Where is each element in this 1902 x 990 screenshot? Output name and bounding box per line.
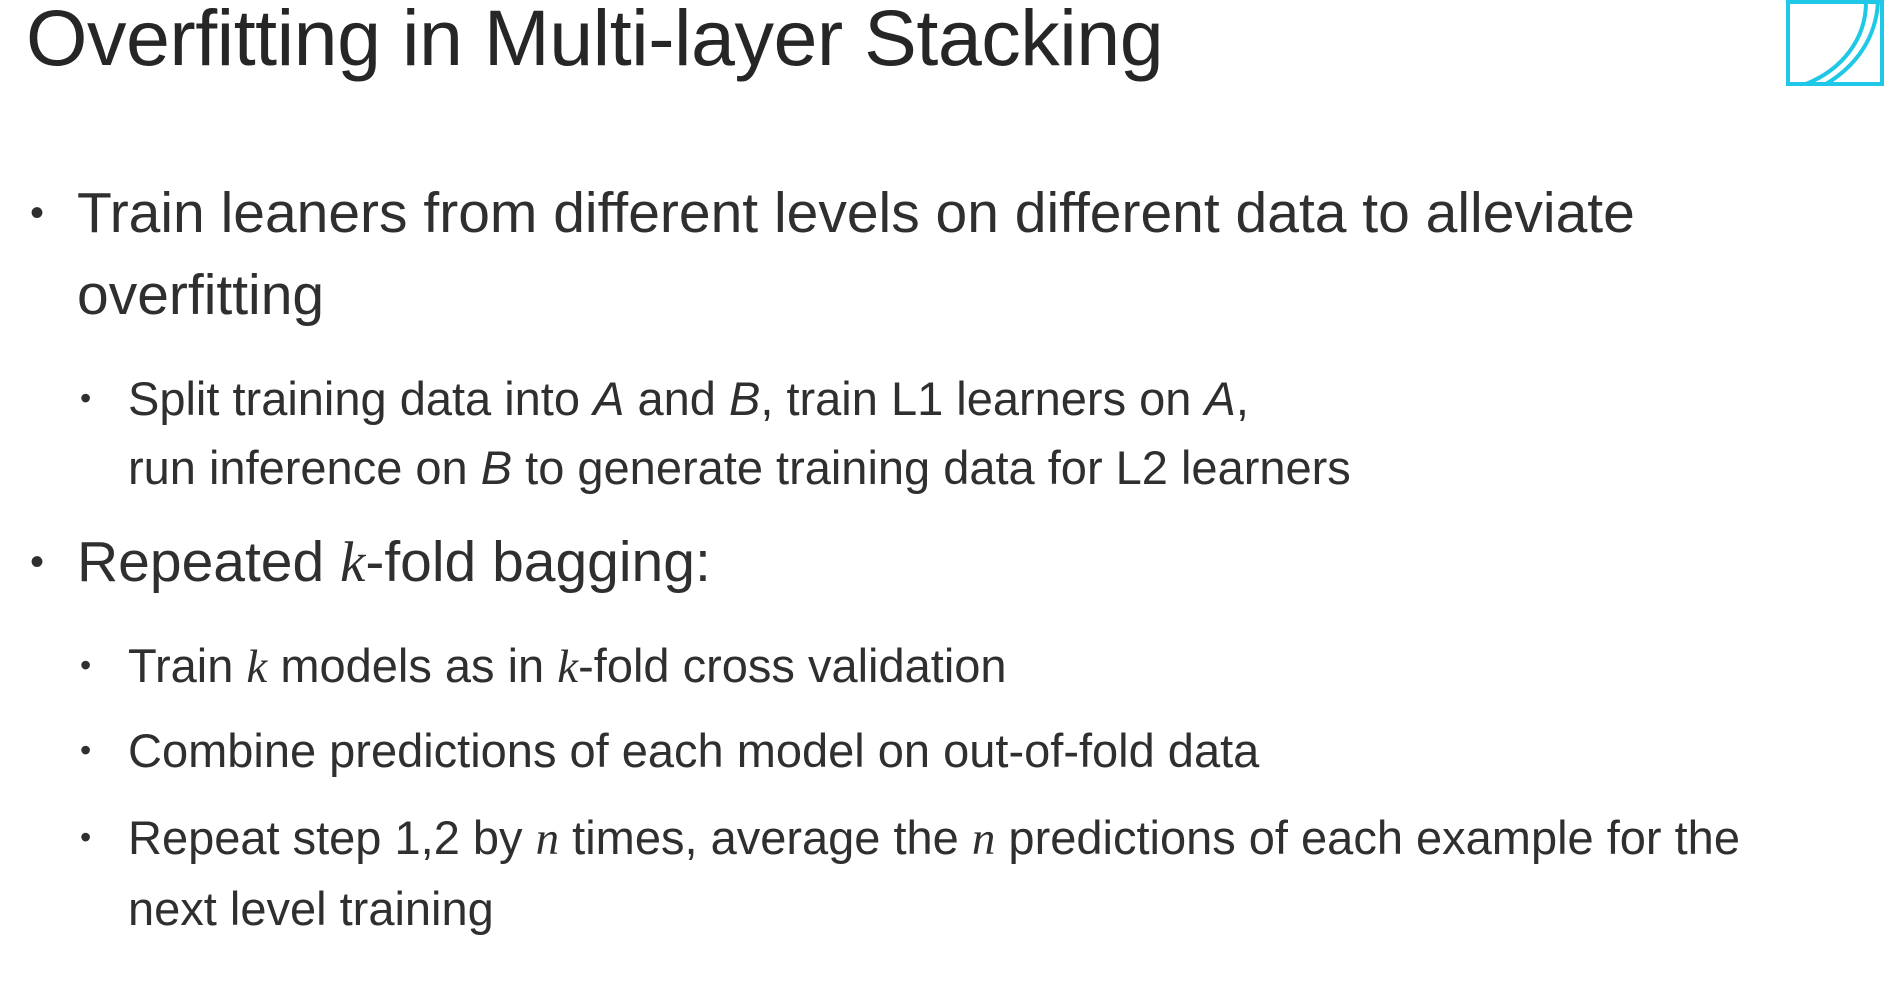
bullet-text: Combine predictions of each model on out… bbox=[128, 724, 1260, 777]
text-span: , train L1 learners on bbox=[760, 372, 1205, 425]
bullet-marker: • bbox=[80, 732, 92, 768]
text-span: Split training data into bbox=[128, 372, 594, 425]
slide-title: Overfitting in Multi-layer Stacking bbox=[26, 0, 1164, 82]
bullet-line: run inference on B to generate training … bbox=[128, 433, 1828, 502]
text-span: predictions of each example for the bbox=[995, 811, 1740, 864]
variable-A: A bbox=[593, 372, 625, 425]
variable-B: B bbox=[480, 441, 513, 494]
bullet-line: Train leaners from different levels on d… bbox=[77, 181, 1635, 245]
bullet-marker: • bbox=[80, 647, 92, 683]
bullet-line: overfitting bbox=[77, 263, 325, 327]
bullet-text: Repeated k-fold bagging: bbox=[77, 521, 1857, 604]
text-span: and bbox=[624, 372, 729, 425]
bullet-line: next level training bbox=[128, 882, 494, 935]
bullet-line: Repeat step 1,2 by n times, average the … bbox=[128, 803, 1828, 874]
bullet-text: Split training data into A and B, train … bbox=[128, 364, 1828, 502]
text-span: -fold bagging: bbox=[365, 530, 711, 594]
bullet-text: Repeat step 1,2 by n times, average the … bbox=[128, 803, 1828, 943]
book-logo-icon bbox=[1786, 0, 1884, 86]
text-span: Repeated bbox=[77, 530, 341, 594]
text-span: run inference on bbox=[128, 441, 481, 494]
bullet-marker: • bbox=[80, 380, 92, 416]
bullet-text: Train leaners from different levels on d… bbox=[77, 172, 1857, 336]
text-span: Train bbox=[128, 639, 247, 692]
variable-B: B bbox=[728, 372, 761, 425]
variable-k: k bbox=[557, 641, 579, 693]
variable-n: n bbox=[971, 813, 996, 865]
text-span: models as in bbox=[267, 639, 558, 692]
text-span: Repeat step 1,2 by bbox=[128, 811, 536, 864]
bullet-line: Split training data into A and B, train … bbox=[128, 364, 1828, 433]
text-span: to generate training data for L2 learner… bbox=[512, 441, 1351, 494]
variable-A: A bbox=[1204, 372, 1236, 425]
variable-k: k bbox=[340, 531, 366, 594]
bullet-marker: • bbox=[80, 819, 92, 855]
bullet-marker: • bbox=[30, 540, 45, 584]
text-span: times, average the bbox=[559, 811, 972, 864]
variable-n: n bbox=[535, 813, 560, 865]
text-span: -fold cross validation bbox=[578, 639, 1007, 692]
text-span: , bbox=[1235, 372, 1249, 425]
bullet-marker: • bbox=[30, 191, 45, 235]
variable-k: k bbox=[246, 641, 268, 693]
bullet-text: Train k models as in k-fold cross valida… bbox=[128, 631, 1828, 702]
